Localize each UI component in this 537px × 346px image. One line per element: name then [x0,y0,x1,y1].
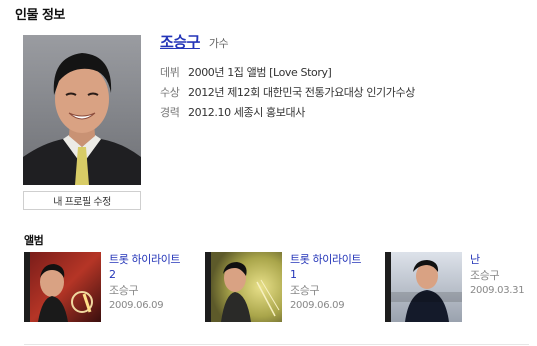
album-date: 2009.03.31 [470,285,525,296]
album-title-link[interactable]: 트롯 하이라이트 2 [109,252,189,282]
info-label: 데뷔 [160,66,180,79]
album-cover-image [30,252,101,322]
album-date: 2009.06.09 [290,300,345,311]
album-cover-image [211,252,282,322]
album-cover[interactable] [205,252,282,322]
profile-photo[interactable] [23,35,141,185]
edit-profile-button[interactable]: 내 프로필 수정 [23,191,141,210]
person-role: 가수 [208,37,229,50]
info-value: 2012.10 세종시 홍보대사 [188,106,305,119]
album-info: 트롯 하이라이트 1 조승구 2009.06.09 [290,252,370,322]
album-cover[interactable] [385,252,462,322]
info-row-debut: 데뷔 2000년 1집 앨범 [Love Story] [160,62,415,82]
album-info: 트롯 하이라이트 2 조승구 2009.06.09 [109,252,189,322]
album-artist: 조승구 [470,269,500,282]
profile-header: 조승구 가수 [160,31,229,52]
info-label: 수상 [160,86,180,99]
info-value: 2012년 제12회 대한민국 전통가요대상 인기가수상 [188,86,415,99]
album-date: 2009.06.09 [109,300,164,311]
bottom-divider [24,344,529,345]
album-title-link[interactable]: 난 [470,252,537,267]
info-label: 경력 [160,106,180,119]
album-cover-image [391,252,462,322]
album-artist: 조승구 [290,284,320,297]
info-row-career: 경력 2012.10 세종시 홍보대사 [160,102,415,122]
info-row-award: 수상 2012년 제12회 대한민국 전통가요대상 인기가수상 [160,82,415,102]
album-section-heading: 앨범 [24,234,44,247]
person-name-link[interactable]: 조승구 [160,31,200,52]
info-value: 2000년 1집 앨범 [Love Story] [188,66,332,79]
profile-info-list: 데뷔 2000년 1집 앨범 [Love Story] 수상 2012년 제12… [160,62,415,122]
section-title: 인물 정보 [15,8,65,23]
album-artist: 조승구 [109,284,139,297]
album-cover[interactable] [24,252,101,322]
album-info: 난 조승구 2009.03.31 [470,252,537,322]
album-item: 트롯 하이라이트 1 조승구 2009.06.09 [205,252,370,322]
album-item: 난 조승구 2009.03.31 [385,252,537,322]
person-photo-image [23,35,141,185]
album-item: 트롯 하이라이트 2 조승구 2009.06.09 [24,252,189,322]
album-title-link[interactable]: 트롯 하이라이트 1 [290,252,370,282]
